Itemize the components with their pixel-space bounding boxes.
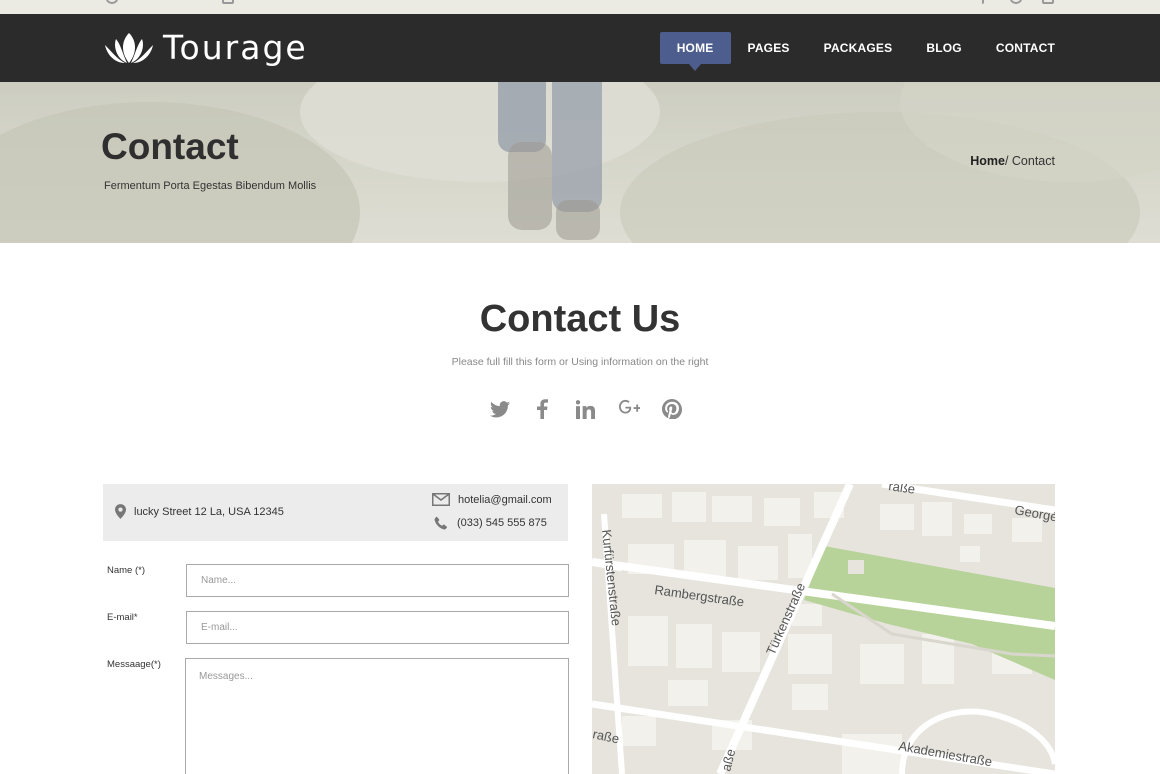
main-nav: HOME PAGES PACKAGES BLOG CONTACT <box>659 32 1072 71</box>
phone-text: (033) 545 555 875 <box>457 517 547 529</box>
facebook-icon[interactable] <box>980 0 984 4</box>
message-label: Messaage(*) <box>107 659 161 670</box>
phone-block: (033) 545 555 875 <box>432 516 547 530</box>
logo[interactable]: Tourage <box>103 30 308 66</box>
email-input[interactable] <box>186 611 569 644</box>
phone-icon <box>434 516 447 530</box>
nav-pages[interactable]: PAGES <box>731 32 807 64</box>
page-title: Contact <box>101 126 239 167</box>
breadcrumb: Home/ Contact <box>970 154 1055 168</box>
email-text[interactable]: hotelia@gmail.com <box>458 494 552 506</box>
twitter-icon[interactable] <box>478 396 521 422</box>
section-title: Contact Us <box>479 298 681 340</box>
name-label: Name (*) <box>107 565 146 576</box>
breadcrumb-separator: / <box>1004 154 1012 168</box>
email-icon <box>222 0 234 4</box>
linkedin-icon[interactable] <box>564 396 607 422</box>
address-block: lucky Street 12 La, USA 12345 <box>115 504 284 519</box>
name-input[interactable] <box>186 564 569 597</box>
google-plus-icon[interactable] <box>607 396 650 422</box>
twitter-icon[interactable] <box>1010 0 1022 4</box>
envelope-icon <box>432 493 450 506</box>
navbar: Tourage HOME PAGES PACKAGES BLOG CONTACT <box>0 14 1160 82</box>
brand-name: Tourage <box>163 28 308 67</box>
phone-icon <box>106 0 118 4</box>
section-subtitle: Please full fill this form or Using info… <box>451 356 709 368</box>
page-banner: Contact Fermentum Porta Egestas Bibendum… <box>0 82 1160 243</box>
email-block: hotelia@gmail.com <box>432 493 552 506</box>
breadcrumb-current: Contact <box>1011 154 1055 168</box>
top-bar <box>0 0 1160 14</box>
location-map[interactable]: Georgé Rambergstraße Kurfürstenstraße Tü… <box>592 484 1055 774</box>
nav-contact[interactable]: CONTACT <box>979 32 1072 64</box>
page-subtitle: Fermentum Porta Egestas Bibendum Mollis <box>104 180 317 192</box>
nav-home[interactable]: HOME <box>659 32 731 71</box>
breadcrumb-home-link[interactable]: Home <box>970 154 1005 168</box>
linkedin-icon[interactable] <box>1042 0 1054 4</box>
map-pin-icon <box>115 504 126 519</box>
email-label: E-mail* <box>107 612 138 623</box>
pinterest-icon[interactable] <box>650 396 693 422</box>
lotus-logo-icon <box>105 33 153 63</box>
facebook-icon[interactable] <box>521 396 564 422</box>
nav-blog[interactable]: BLOG <box>909 32 978 64</box>
contact-info-bar: lucky Street 12 La, USA 12345 hotelia@gm… <box>103 484 568 541</box>
message-textarea[interactable] <box>185 658 569 774</box>
social-links <box>478 396 693 422</box>
address-text: lucky Street 12 La, USA 12345 <box>134 505 284 518</box>
nav-packages[interactable]: PACKAGES <box>807 32 910 64</box>
